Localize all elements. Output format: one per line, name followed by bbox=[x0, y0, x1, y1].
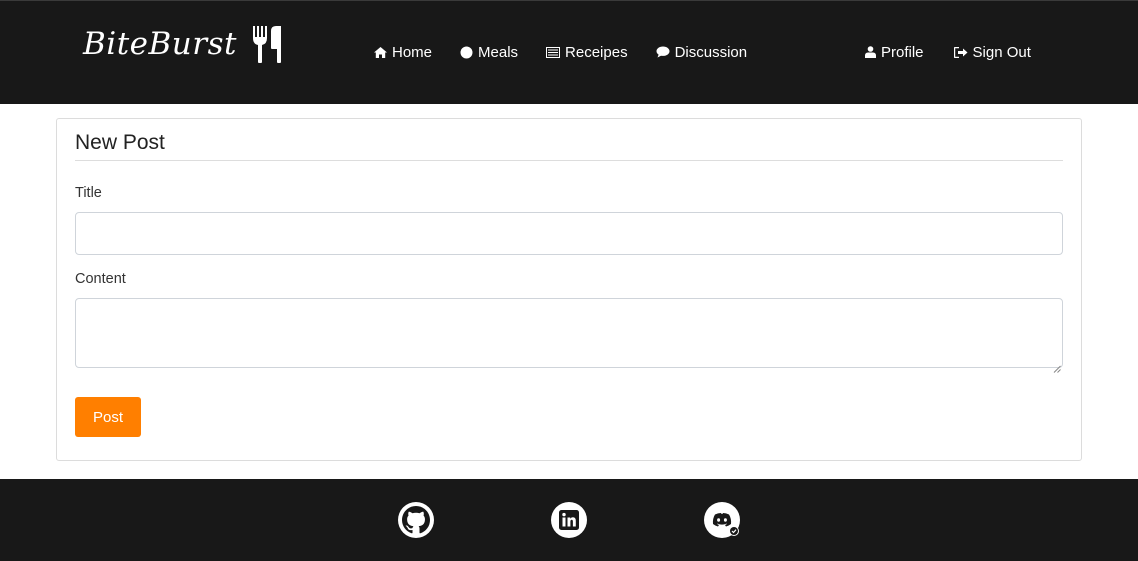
footer bbox=[0, 479, 1138, 561]
user-icon bbox=[865, 46, 876, 58]
utensils-icon bbox=[251, 25, 283, 63]
top-navbar: BiteBurst Home Meals Receipes Discussion… bbox=[0, 0, 1138, 104]
sign-out-icon bbox=[953, 46, 968, 58]
comment-icon bbox=[656, 46, 670, 58]
discord-icon bbox=[704, 502, 740, 538]
linkedin-icon bbox=[559, 510, 579, 530]
nav-meals[interactable]: Meals bbox=[460, 44, 518, 61]
nav-profile-label: Profile bbox=[881, 43, 924, 61]
content-label: Content bbox=[75, 271, 126, 287]
content-textarea[interactable] bbox=[75, 298, 1063, 368]
nav-home-label: Home bbox=[392, 43, 433, 61]
nav-receipes[interactable]: Receipes bbox=[546, 44, 628, 61]
nav-discussion[interactable]: Discussion bbox=[656, 43, 748, 61]
nav-profile[interactable]: Profile bbox=[865, 44, 924, 61]
linkedin-link[interactable] bbox=[551, 502, 587, 538]
nav-receipes-label: Receipes bbox=[565, 43, 628, 61]
title-label: Title bbox=[75, 185, 102, 201]
new-post-card: New Post Title Content Post bbox=[56, 118, 1082, 461]
github-link[interactable] bbox=[398, 502, 434, 538]
post-button[interactable]: Post bbox=[75, 397, 141, 437]
main-nav: Home Meals Receipes Discussion bbox=[374, 42, 747, 62]
nav-meals-label: Meals bbox=[478, 43, 519, 61]
brand-logo-link[interactable]: BiteBurst bbox=[83, 25, 283, 63]
nav-home[interactable]: Home bbox=[374, 44, 432, 61]
title-input[interactable] bbox=[75, 212, 1063, 255]
nav-sign-out[interactable]: Sign Out bbox=[953, 43, 1031, 61]
nav-sign-out-label: Sign Out bbox=[972, 43, 1031, 61]
circle-icon bbox=[460, 46, 473, 59]
brand-name: BiteBurst bbox=[83, 26, 237, 62]
list-icon bbox=[546, 46, 561, 58]
nav-discussion-label: Discussion bbox=[674, 43, 748, 61]
discord-link[interactable] bbox=[704, 502, 740, 538]
account-nav: Profile Sign Out bbox=[865, 42, 1031, 62]
title-divider bbox=[75, 160, 1063, 161]
page-title: New Post bbox=[75, 131, 165, 154]
home-icon bbox=[374, 46, 387, 58]
github-icon bbox=[402, 506, 430, 534]
